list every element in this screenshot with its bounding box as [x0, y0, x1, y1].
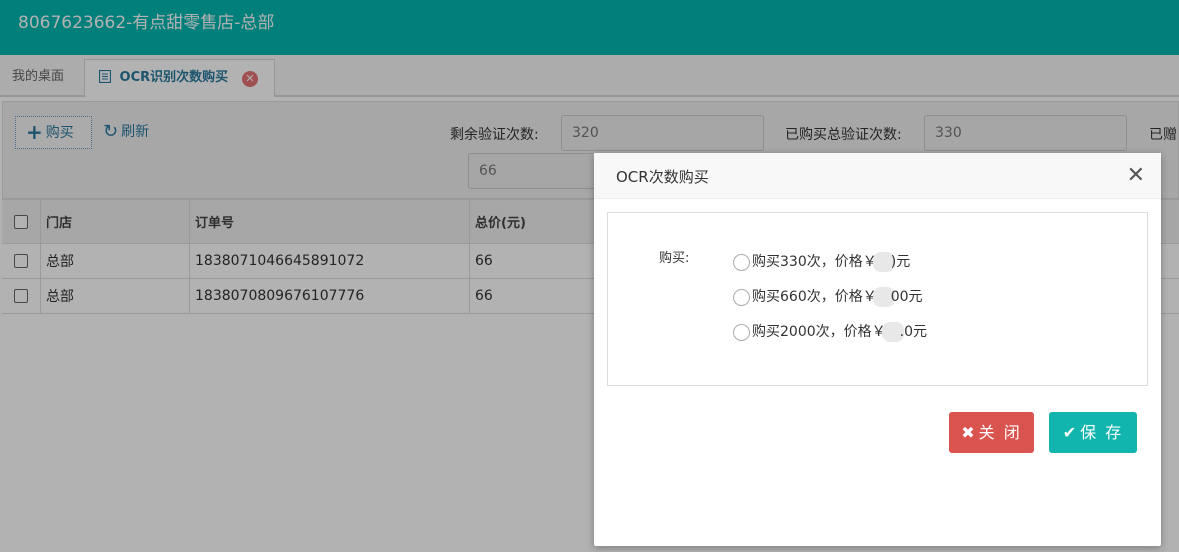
option-label-prefix: 购买330次，价格￥: [752, 254, 877, 270]
check-icon: ✔: [1062, 423, 1079, 442]
option-660[interactable]: 购买660次，价格￥ 00元: [733, 286, 923, 308]
option-2000[interactable]: 购买2000次，价格￥ .0元: [733, 321, 927, 343]
option-label-suffix: .0元: [899, 324, 927, 340]
buy-options-label: 购买:: [659, 251, 690, 266]
option-label-suffix: 00元: [890, 289, 923, 305]
close-button-label: 关 闭: [978, 423, 1022, 442]
dialog-header: OCR次数购买 ✕: [594, 153, 1161, 199]
close-icon[interactable]: ✕: [1127, 164, 1145, 188]
close-button[interactable]: ✖ 关 闭: [949, 412, 1034, 453]
radio-330[interactable]: [733, 253, 750, 271]
dialog-title: OCR次数购买: [616, 168, 709, 186]
option-label-suffix: )元: [890, 254, 911, 270]
ocr-purchase-dialog: OCR次数购买 ✕ 购买: 购买330次，价格￥ )元 购买660次，价格￥ 00元…: [594, 153, 1161, 546]
option-label-prefix: 购买2000次，价格￥: [752, 324, 886, 340]
x-icon: ✖: [961, 423, 977, 442]
save-button[interactable]: ✔ 保 存: [1049, 412, 1137, 453]
radio-2000[interactable]: [733, 323, 750, 341]
radio-660[interactable]: [733, 288, 750, 306]
option-label-prefix: 购买660次，价格￥: [752, 289, 877, 305]
dialog-body: 购买: 购买330次，价格￥ )元 购买660次，价格￥ 00元 购买2000次，价…: [607, 212, 1148, 386]
option-330[interactable]: 购买330次，价格￥ )元: [733, 251, 910, 273]
save-button-label: 保 存: [1080, 423, 1124, 442]
